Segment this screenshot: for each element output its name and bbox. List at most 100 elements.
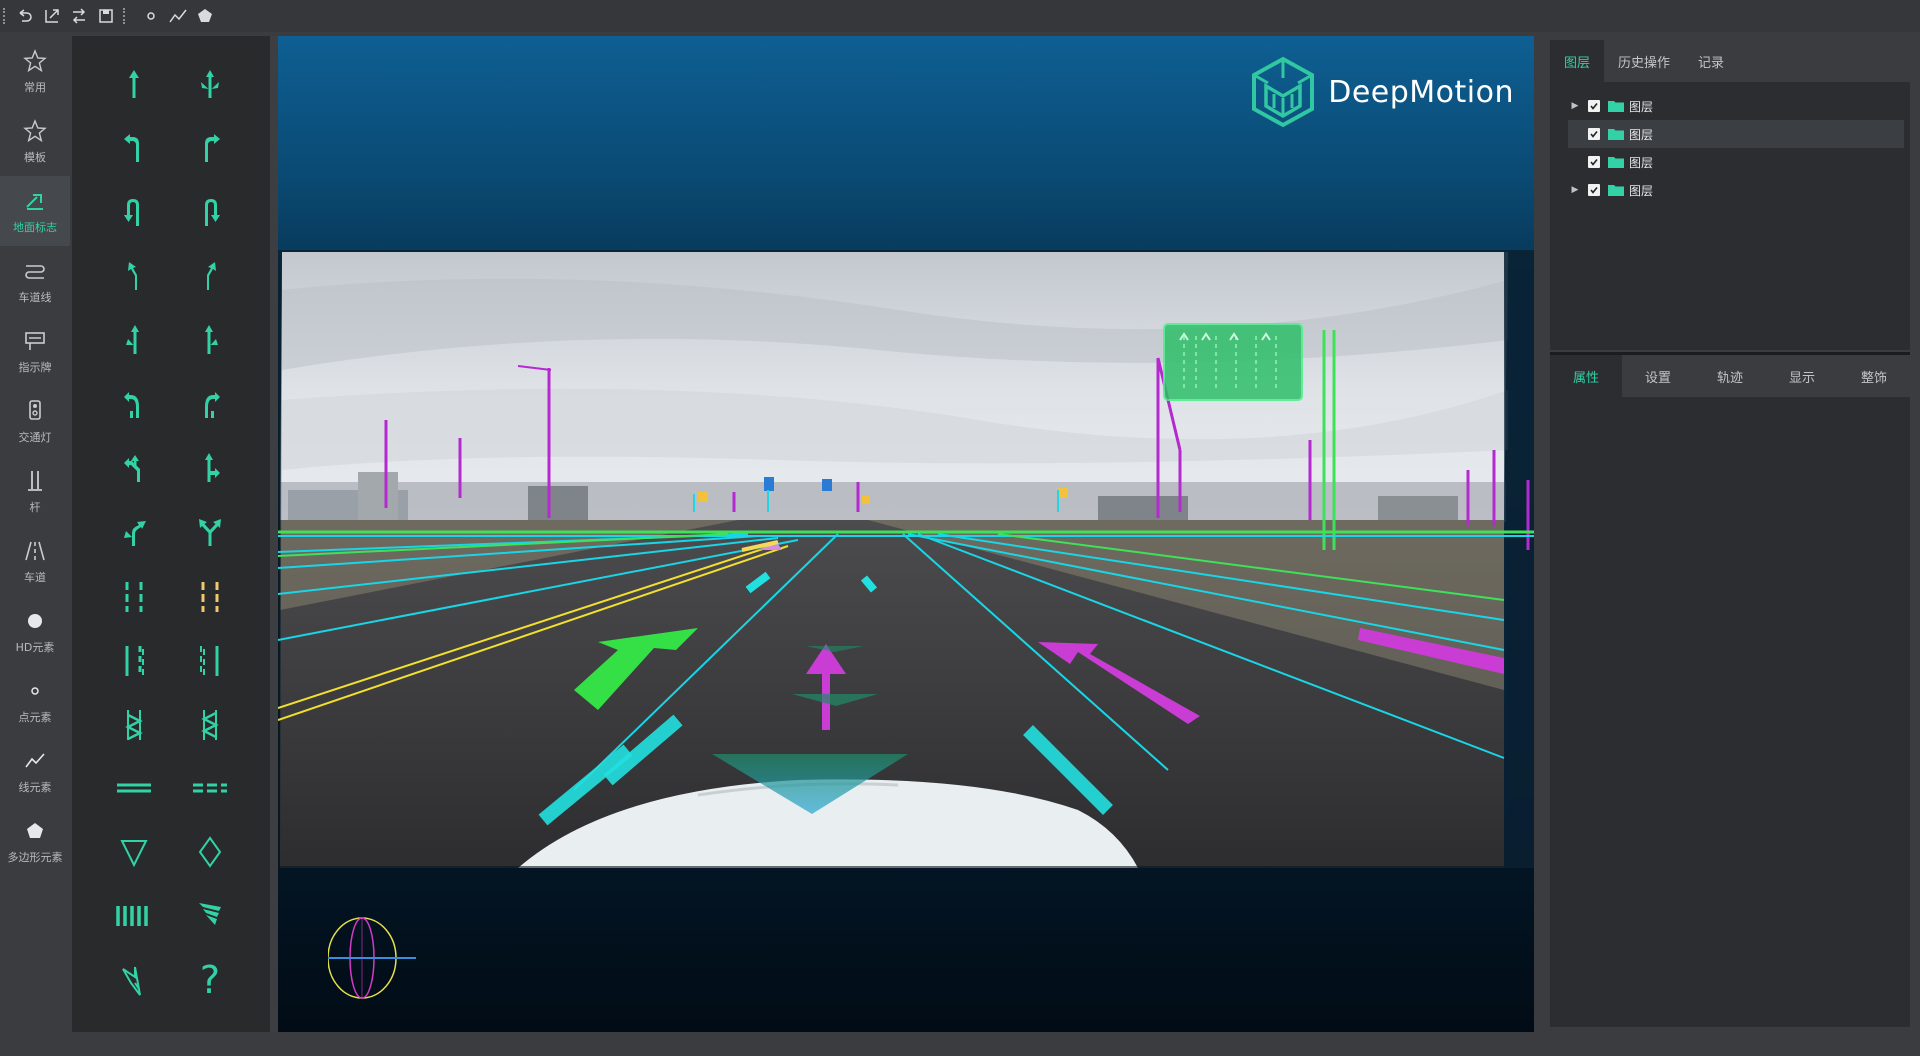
layer-row[interactable]: ▶ 图层 xyxy=(1568,176,1904,204)
u-turn-left-arrow-icon[interactable] xyxy=(114,384,154,424)
right-turn-arrow-icon[interactable] xyxy=(190,128,230,168)
folder-icon xyxy=(1608,184,1624,196)
nav-item-hd-element[interactable]: HD元素 xyxy=(0,596,70,666)
tab-attributes[interactable]: 属性 xyxy=(1550,355,1622,397)
nav-item-label: 线元素 xyxy=(18,781,52,794)
toolbar-grip[interactable] xyxy=(3,8,9,24)
nav-item-polygon-element[interactable]: 多边形元素 xyxy=(0,806,70,876)
swap-icon[interactable] xyxy=(68,5,90,27)
straight-right-arrow-icon[interactable] xyxy=(190,320,230,360)
zigzag-mark-alt-icon[interactable] xyxy=(190,704,230,744)
straight-u-turn-arrow-icon[interactable] xyxy=(114,448,154,488)
palette-divider[interactable] xyxy=(270,36,278,1032)
layer-visibility-checkbox[interactable] xyxy=(1588,100,1600,112)
tab-records[interactable]: 记录 xyxy=(1684,40,1738,82)
layer-row[interactable]: 图层 xyxy=(1568,148,1904,176)
polyline-icon[interactable] xyxy=(167,5,189,27)
striped-lane-icon[interactable] xyxy=(114,640,154,680)
tab-display[interactable]: 显示 xyxy=(1766,355,1838,397)
tab-history[interactable]: 历史操作 xyxy=(1604,40,1684,82)
ground-mark-icon xyxy=(21,187,49,215)
straight-turn-arrow-icon[interactable] xyxy=(190,448,230,488)
left-u-turn-arrow-icon[interactable] xyxy=(114,192,154,232)
tab-layers[interactable]: 图层 xyxy=(1550,40,1605,82)
tab-decoration[interactable]: 整饰 xyxy=(1838,355,1910,397)
nav-item-label: 交通灯 xyxy=(18,431,52,444)
nav-item-label: 点元素 xyxy=(18,711,52,724)
deepmotion-logo-text: DeepMotion xyxy=(1328,74,1514,110)
folder-icon xyxy=(1608,100,1624,112)
yellow-dashed-lane-icon[interactable] xyxy=(190,576,230,616)
left-right-turn-arrow-icon[interactable] xyxy=(114,512,154,552)
slight-right-arrow-icon[interactable] xyxy=(190,256,230,296)
polygon-icon[interactable] xyxy=(194,5,216,27)
straight-arrow-icon[interactable] xyxy=(114,64,154,104)
nav-item-traffic-light[interactable]: 交通灯 xyxy=(0,386,70,456)
hd-element-icon xyxy=(21,607,49,635)
export-icon[interactable] xyxy=(41,5,63,27)
nav-item-ground-mark[interactable]: 地面标志 xyxy=(0,176,70,246)
nav-item-lane-line[interactable]: 车道线 xyxy=(0,246,70,316)
expand-caret-icon[interactable]: ▶ xyxy=(1568,185,1582,195)
nav-item-template[interactable]: 模板 xyxy=(0,106,70,176)
nav-item-label: 杆 xyxy=(29,501,41,514)
nav-item-pole[interactable]: 杆 xyxy=(0,456,70,526)
nav-item-sign[interactable]: 指示牌 xyxy=(0,316,70,386)
deceleration-mark-icon[interactable] xyxy=(190,896,230,936)
nav-item-label: HD元素 xyxy=(15,641,55,654)
polygon-element-icon xyxy=(21,817,49,845)
layer-tree: ▶ 图层 图层 图层 ▶ 图层 xyxy=(1550,82,1910,204)
stop-line-icon[interactable] xyxy=(114,768,154,808)
nav-item-line-element[interactable]: 线元素 xyxy=(0,736,70,806)
tab-settings[interactable]: 设置 xyxy=(1622,355,1694,397)
unknown-mark-icon[interactable]: ? xyxy=(190,960,230,1000)
nav-item-label: 指示牌 xyxy=(18,361,52,374)
undo-icon[interactable] xyxy=(14,5,36,27)
orientation-gizmo[interactable] xyxy=(328,912,418,1002)
highway-sign-annotation xyxy=(1163,323,1303,401)
unknown-mark-glyph: ? xyxy=(199,958,221,1002)
nav-item-label: 常用 xyxy=(24,81,46,94)
nav-item-point-element[interactable]: 点元素 xyxy=(0,666,70,736)
dashed-lane-icon[interactable] xyxy=(114,576,154,616)
dashed-stop-line-icon[interactable] xyxy=(190,768,230,808)
camera-frame[interactable] xyxy=(278,250,1534,868)
layer-label: 图层 xyxy=(1629,127,1654,142)
crosswalk-icon[interactable] xyxy=(114,896,154,936)
top-toolbar xyxy=(0,0,1920,32)
tab-trajectory[interactable]: 轨迹 xyxy=(1694,355,1766,397)
nav-item-label: 多边形元素 xyxy=(7,851,63,864)
layer-visibility-checkbox[interactable] xyxy=(1588,156,1600,168)
layers-tabbar: 图层 历史操作 记录 xyxy=(1550,40,1910,82)
nav-item-common[interactable]: 常用 xyxy=(0,36,70,106)
layers-panel: 图层 历史操作 记录 ▶ 图层 图层 图层 ▶ 图层 xyxy=(1550,40,1910,350)
folder-icon xyxy=(1608,156,1624,168)
toolbar-separator xyxy=(123,8,129,24)
nav-item-lane[interactable]: 车道 xyxy=(0,526,70,596)
straight-or-right-arrow-icon[interactable] xyxy=(190,64,230,104)
u-turn-right-arrow-icon[interactable] xyxy=(190,384,230,424)
guide-arrow-mark-icon[interactable] xyxy=(114,960,154,1000)
expand-caret-icon[interactable]: ▶ xyxy=(1568,101,1582,111)
yield-triangle-icon[interactable] xyxy=(114,832,154,872)
layer-label: 图层 xyxy=(1629,155,1654,170)
layer-row[interactable]: ▶ 图层 xyxy=(1568,92,1904,120)
pole-icon xyxy=(21,467,49,495)
layer-visibility-checkbox[interactable] xyxy=(1588,128,1600,140)
camera-viewer[interactable]: DeepMotion xyxy=(278,36,1534,1032)
double-striped-lane-icon[interactable] xyxy=(190,640,230,680)
diamond-mark-icon[interactable] xyxy=(190,832,230,872)
layer-row[interactable]: 图层 xyxy=(1568,120,1904,148)
left-turn-arrow-icon[interactable] xyxy=(114,128,154,168)
layer-label: 图层 xyxy=(1629,99,1654,114)
right-u-turn-arrow-icon[interactable] xyxy=(190,192,230,232)
save-icon[interactable] xyxy=(95,5,117,27)
layer-visibility-checkbox[interactable] xyxy=(1588,184,1600,196)
straight-left-arrow-icon[interactable] xyxy=(114,320,154,360)
camera-image xyxy=(278,250,1534,868)
slight-left-arrow-icon[interactable] xyxy=(114,256,154,296)
zigzag-mark-icon[interactable] xyxy=(114,704,154,744)
fork-arrow-icon[interactable] xyxy=(190,512,230,552)
nav-item-label: 地面标志 xyxy=(13,221,57,234)
point-icon[interactable] xyxy=(140,5,162,27)
